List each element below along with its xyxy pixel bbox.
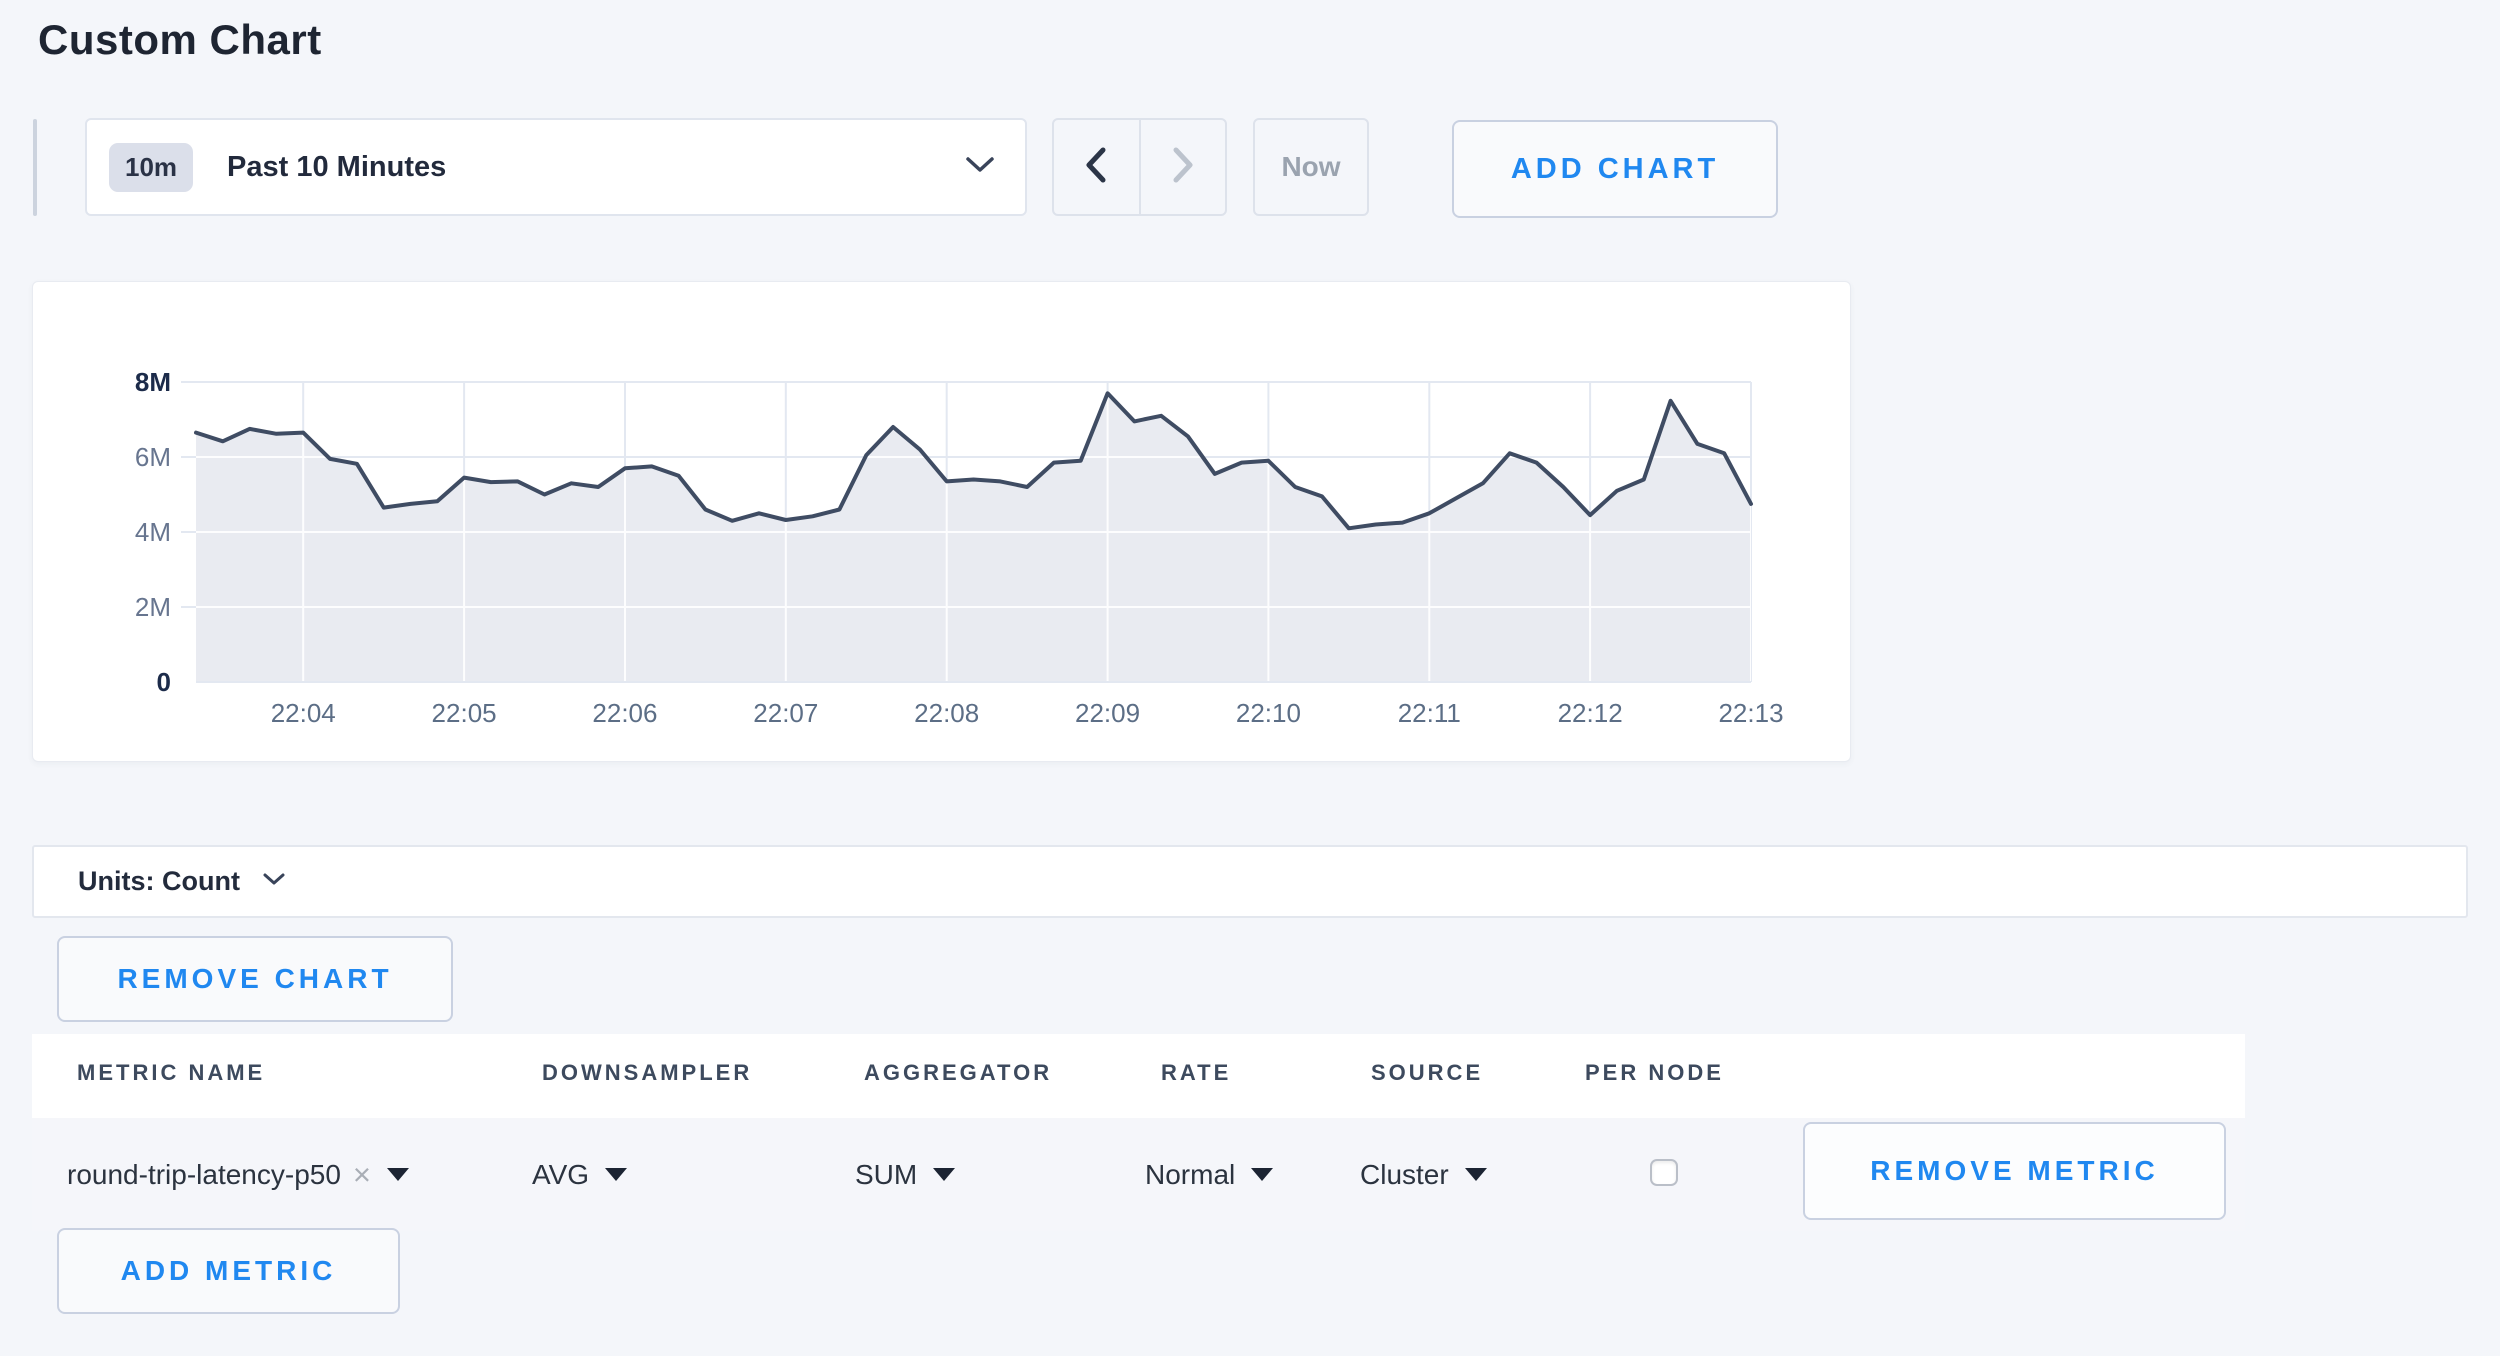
page-title: Custom Chart xyxy=(38,16,322,64)
time-nav-group xyxy=(1052,118,1227,216)
now-button[interactable]: Now xyxy=(1253,118,1369,216)
x-tick-label: 22:04 xyxy=(271,698,336,729)
x-tick-label: 22:10 xyxy=(1236,698,1301,729)
x-tick-label: 22:13 xyxy=(1718,698,1783,729)
metrics-table-header: METRIC NAME DOWNSAMPLER AGGREGATOR RATE … xyxy=(32,1034,2245,1118)
x-tick-label: 22:06 xyxy=(592,698,657,729)
chart-plot-svg xyxy=(196,382,1751,682)
x-tick-label: 22:08 xyxy=(914,698,979,729)
x-tick-label: 22:12 xyxy=(1558,698,1623,729)
next-time-button[interactable] xyxy=(1139,120,1226,214)
time-range-label: Past 10 Minutes xyxy=(227,151,446,184)
remove-metric-tag-icon[interactable]: × xyxy=(353,1157,371,1193)
aggregator-value: SUM xyxy=(855,1159,917,1191)
caret-down-icon xyxy=(605,1168,627,1181)
col-header-rate: RATE xyxy=(1161,1060,1231,1086)
y-tick-label: 6M xyxy=(51,441,171,473)
chevron-down-icon xyxy=(965,156,995,179)
col-header-metric-name: METRIC NAME xyxy=(77,1060,265,1086)
time-range-badge: 10m xyxy=(109,143,193,192)
aggregator-dropdown[interactable]: SUM xyxy=(855,1118,955,1231)
y-tick-label: 4M xyxy=(51,516,171,548)
metric-name-value: round-trip-latency-p50 xyxy=(67,1159,341,1191)
chart-plot[interactable] xyxy=(196,382,1751,682)
x-tick-label: 22:07 xyxy=(753,698,818,729)
time-range-dropdown[interactable]: 10m Past 10 Minutes xyxy=(85,118,1027,216)
rate-dropdown[interactable]: Normal xyxy=(1145,1118,1273,1231)
downsampler-value: AVG xyxy=(532,1159,589,1191)
toolbar-divider xyxy=(33,119,37,216)
metric-name-dropdown[interactable]: round-trip-latency-p50 × xyxy=(67,1118,409,1231)
chart-card: 0 2M 4M 6M 8M 22:04 22:05 22:06 22:07 22:08 22:09… xyxy=(32,281,1851,762)
remove-chart-button[interactable]: REMOVE CHART xyxy=(57,936,453,1022)
units-dropdown[interactable]: Units: Count xyxy=(32,845,2468,918)
custom-chart-page: Custom Chart 10m Past 10 Minutes Now ADD… xyxy=(0,0,2500,1356)
col-header-aggregator: AGGREGATOR xyxy=(864,1060,1052,1086)
remove-metric-button[interactable]: REMOVE METRIC xyxy=(1803,1122,2226,1220)
chevron-down-icon xyxy=(262,872,286,892)
col-header-downsampler: DOWNSAMPLER xyxy=(542,1060,752,1086)
chevron-left-icon xyxy=(1085,147,1107,188)
caret-down-icon xyxy=(1251,1168,1273,1181)
col-header-source: SOURCE xyxy=(1371,1060,1483,1086)
x-tick-label: 22:09 xyxy=(1075,698,1140,729)
caret-down-icon xyxy=(933,1168,955,1181)
caret-down-icon xyxy=(387,1168,409,1181)
y-tick-label: 0 xyxy=(51,666,171,698)
chevron-right-icon xyxy=(1172,147,1194,188)
per-node-checkbox[interactable] xyxy=(1650,1159,1678,1186)
add-metric-button[interactable]: ADD METRIC xyxy=(57,1228,400,1314)
x-tick-label: 22:05 xyxy=(432,698,497,729)
add-chart-button[interactable]: ADD CHART xyxy=(1452,120,1778,218)
caret-down-icon xyxy=(1465,1168,1487,1181)
col-header-per-node: PER NODE xyxy=(1585,1060,1724,1086)
downsampler-dropdown[interactable]: AVG xyxy=(532,1118,627,1231)
units-label: Units: Count xyxy=(78,866,240,897)
source-dropdown[interactable]: Cluster xyxy=(1360,1118,1487,1231)
y-tick-label: 2M xyxy=(51,591,171,623)
x-tick-label: 22:11 xyxy=(1398,698,1461,729)
metric-row: round-trip-latency-p50 × AVG SUM Normal … xyxy=(32,1118,2245,1231)
prev-time-button[interactable] xyxy=(1054,120,1139,214)
y-tick-label: 8M xyxy=(51,366,171,398)
source-value: Cluster xyxy=(1360,1159,1449,1191)
rate-value: Normal xyxy=(1145,1159,1235,1191)
metrics-table: METRIC NAME DOWNSAMPLER AGGREGATOR RATE … xyxy=(32,1034,2245,1230)
